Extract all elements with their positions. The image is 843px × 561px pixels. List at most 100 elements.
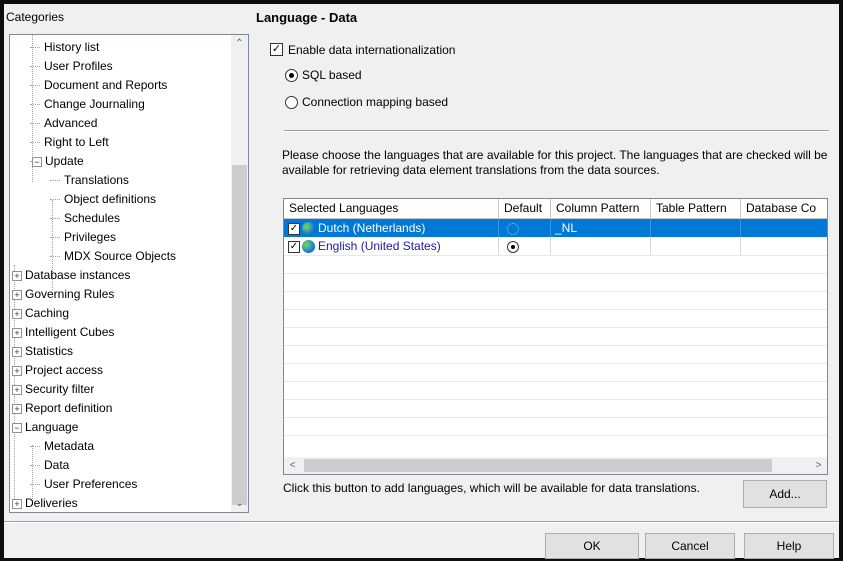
scroll-thumb[interactable] [232,165,247,505]
tree-connector-line [50,199,60,200]
expand-icon[interactable]: + [12,385,22,395]
grid-row-english[interactable]: ✓ English (United States) [284,237,827,255]
expand-icon[interactable]: + [12,271,22,281]
grid-row-dutch[interactable]: ✓ Dutch (Netherlands) _NL [284,219,827,237]
language-name: English (United States) [318,239,441,253]
collapse-icon[interactable]: − [32,157,42,167]
tree-item[interactable]: Change Journaling [44,95,145,114]
tree-item[interactable]: Object definitions [64,190,156,209]
tree-connector-line [50,256,60,257]
default-radio[interactable] [507,240,519,253]
tree-item[interactable]: Metadata [44,437,94,456]
grid-horizontal-scrollbar[interactable]: < > [284,457,827,474]
tree-connector-line [30,446,40,447]
tree-item[interactable]: Intelligent Cubes [25,323,114,342]
page-title: Language - Data [256,10,358,25]
tree-connector-line [30,142,40,143]
ok-button[interactable]: OK [545,533,639,559]
cell-table-pattern[interactable] [651,237,741,255]
tree-item[interactable]: History list [44,38,99,57]
language-name: Dutch (Netherlands) [318,221,426,235]
grid-row-line [284,399,827,400]
window-frame-top [0,0,843,4]
cell-database-connection[interactable] [741,237,827,255]
tree-connector-line [30,85,40,86]
tree-item[interactable]: Advanced [44,114,97,133]
expand-icon[interactable]: + [12,309,22,319]
cell-column-pattern[interactable] [551,237,651,255]
enable-internationalization-checkbox[interactable]: ✓ [270,43,283,56]
cell-column-pattern[interactable]: _NL [551,219,651,237]
section-divider [284,130,829,132]
default-radio[interactable] [507,222,519,235]
tree-item[interactable]: MDX Source Objects [64,247,176,266]
tree-item[interactable]: User Profiles [44,57,113,76]
tree-item[interactable]: Language [25,418,78,437]
sql-based-radio[interactable] [285,69,298,82]
col-header-table-pattern[interactable]: Table Pattern [651,199,741,218]
cell-language[interactable]: ✓ Dutch (Netherlands) [284,219,499,237]
scroll-right-icon[interactable]: > [810,457,827,474]
tree-connector-line [30,66,40,67]
languages-description: Please choose the languages that are ava… [282,148,828,177]
cancel-button[interactable]: Cancel [645,533,735,559]
cell-table-pattern[interactable] [651,219,741,237]
cell-default[interactable] [499,219,551,237]
language-checkbox[interactable]: ✓ [288,240,300,253]
col-header-database-connection[interactable]: Database Co [741,199,827,218]
expand-icon[interactable]: + [12,347,22,357]
tree-item[interactable]: Caching [25,304,69,323]
grid-row-line [284,345,827,346]
tree-item[interactable]: Document and Reports [44,76,167,95]
radio-selected-dot [511,244,515,249]
tree-item[interactable]: Security filter [25,380,94,399]
tree-item[interactable]: Privileges [64,228,116,247]
cell-database-connection[interactable] [741,219,827,237]
categories-tree[interactable]: ⌃ ⌄ History list User Profiles Document an… [9,34,249,513]
tree-item[interactable]: Translations [64,171,129,190]
add-button[interactable]: Add... [743,480,827,508]
globe-icon [302,222,315,236]
tree-item[interactable]: Project access [25,361,103,380]
col-header-column-pattern[interactable]: Column Pattern [551,199,651,218]
expand-icon[interactable]: + [12,404,22,414]
scroll-left-icon[interactable]: < [284,457,301,474]
tree-item[interactable]: Data [44,456,69,475]
expand-icon[interactable]: + [12,328,22,338]
languages-grid[interactable]: Selected Languages Default Column Patter… [283,198,828,475]
collapse-icon[interactable]: − [12,423,22,433]
tree-connector-line [30,104,40,105]
scroll-up-icon[interactable]: ⌃ [231,35,248,52]
tree-item[interactable]: Right to Left [44,133,109,152]
grid-row-line [284,363,827,364]
tree-connector-line [30,484,40,485]
help-button[interactable]: Help [744,533,834,559]
tree-item[interactable]: Schedules [64,209,120,228]
cell-default[interactable] [499,237,551,255]
grid-row-line [284,255,827,256]
grid-row-line [284,327,827,328]
scroll-down-icon[interactable]: ⌄ [231,495,248,512]
tree-item[interactable]: Database instances [25,266,130,285]
tree-item[interactable]: Governing Rules [25,285,114,304]
expand-icon[interactable]: + [12,290,22,300]
grid-row-line [284,435,827,436]
tree-item[interactable]: User Preferences [44,475,137,494]
tree-item[interactable]: Deliveries [25,494,78,512]
grid-row-line [284,291,827,292]
col-header-default[interactable]: Default [499,199,551,218]
language-checkbox[interactable]: ✓ [288,222,300,235]
expand-icon[interactable]: + [12,499,22,509]
connection-mapping-radio[interactable] [285,96,298,109]
tree-item[interactable]: Statistics [25,342,73,361]
cell-language[interactable]: ✓ English (United States) [284,237,499,255]
tree-connector-line [30,47,40,48]
tree-item[interactable]: Update [45,152,84,171]
tree-connector-line [30,465,40,466]
scroll-thumb[interactable] [304,459,772,472]
tree-vertical-scrollbar[interactable]: ⌃ ⌄ [231,35,248,512]
expand-icon[interactable]: + [12,366,22,376]
grid-row-line [284,417,827,418]
col-header-selected-languages[interactable]: Selected Languages [284,199,499,218]
tree-item[interactable]: Report definition [25,399,112,418]
